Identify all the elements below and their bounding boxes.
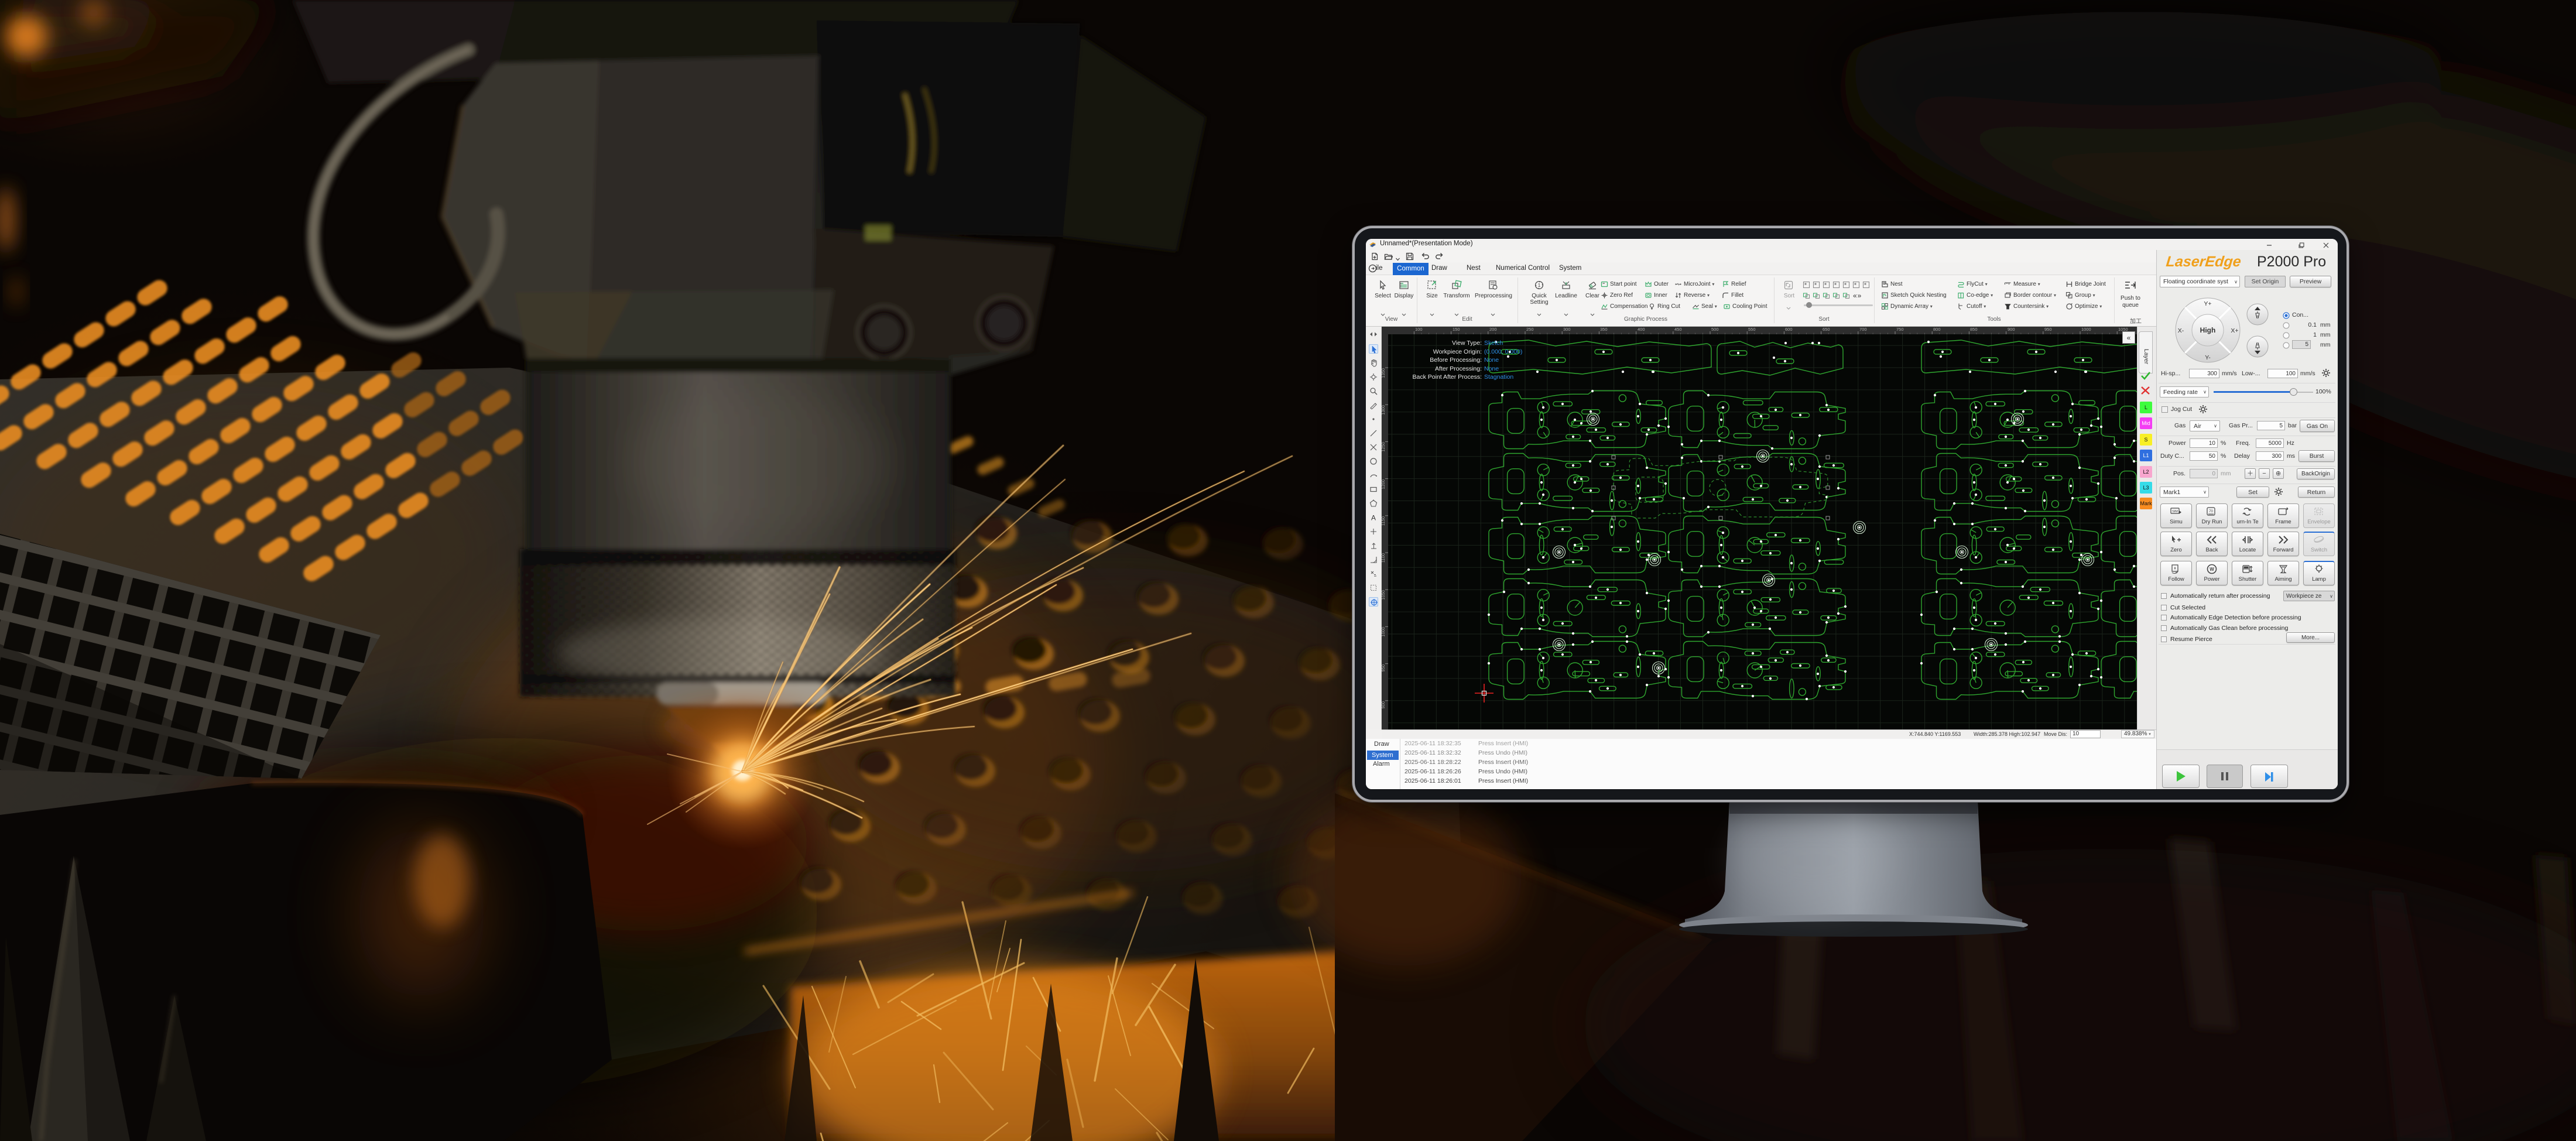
svg-text:900: 900 (2008, 327, 2015, 332)
svg-text:Y-: Y- (2205, 354, 2211, 361)
svg-text:600: 600 (1785, 327, 1793, 332)
svg-text:1000: 1000 (2081, 327, 2091, 332)
svg-text:1300: 1300 (1382, 405, 1386, 415)
svg-text:350: 350 (1600, 327, 1608, 332)
svg-text:250: 250 (1526, 327, 1534, 332)
svg-text:W: W (2210, 567, 2214, 572)
svg-text:150: 150 (1453, 327, 1460, 332)
svg-text:Y+: Y+ (2204, 300, 2211, 307)
svg-text:500: 500 (1711, 327, 1719, 332)
svg-text:1100: 1100 (1382, 553, 1386, 563)
svg-text:1200: 1200 (1382, 479, 1386, 489)
svg-text:650: 650 (1823, 327, 1830, 332)
svg-text:1050: 1050 (1382, 590, 1386, 600)
svg-text:High: High (2200, 326, 2216, 334)
svg-text:1000: 1000 (1382, 627, 1386, 637)
svg-text:1150: 1150 (1382, 516, 1386, 526)
svg-text:70: 70 (2209, 510, 2213, 513)
svg-text:400: 400 (1638, 327, 1645, 332)
svg-text:SIM: SIM (2172, 510, 2178, 513)
svg-text:450: 450 (1674, 327, 1682, 332)
svg-text:300: 300 (1563, 327, 1571, 332)
svg-text:1350: 1350 (1382, 368, 1386, 378)
svg-text:900: 900 (1382, 701, 1386, 709)
svg-text:1250: 1250 (1382, 442, 1386, 452)
svg-text:550: 550 (1748, 327, 1756, 332)
svg-text:700: 700 (1859, 327, 1867, 332)
svg-text:100: 100 (1415, 327, 1423, 332)
svg-text:X-: X- (2178, 327, 2184, 334)
svg-text:750: 750 (1896, 327, 1904, 332)
svg-text:850: 850 (1970, 327, 1978, 332)
svg-text:800: 800 (1933, 327, 1941, 332)
svg-text:950: 950 (2044, 327, 2052, 332)
svg-text:A: A (1371, 514, 1376, 522)
svg-text:⇟: ⇟ (2173, 567, 2176, 571)
svg-text:200: 200 (1489, 327, 1497, 332)
svg-text:X+: X+ (2231, 327, 2238, 334)
svg-text:950: 950 (1382, 664, 1386, 672)
svg-text:1: 1 (1538, 282, 1541, 288)
